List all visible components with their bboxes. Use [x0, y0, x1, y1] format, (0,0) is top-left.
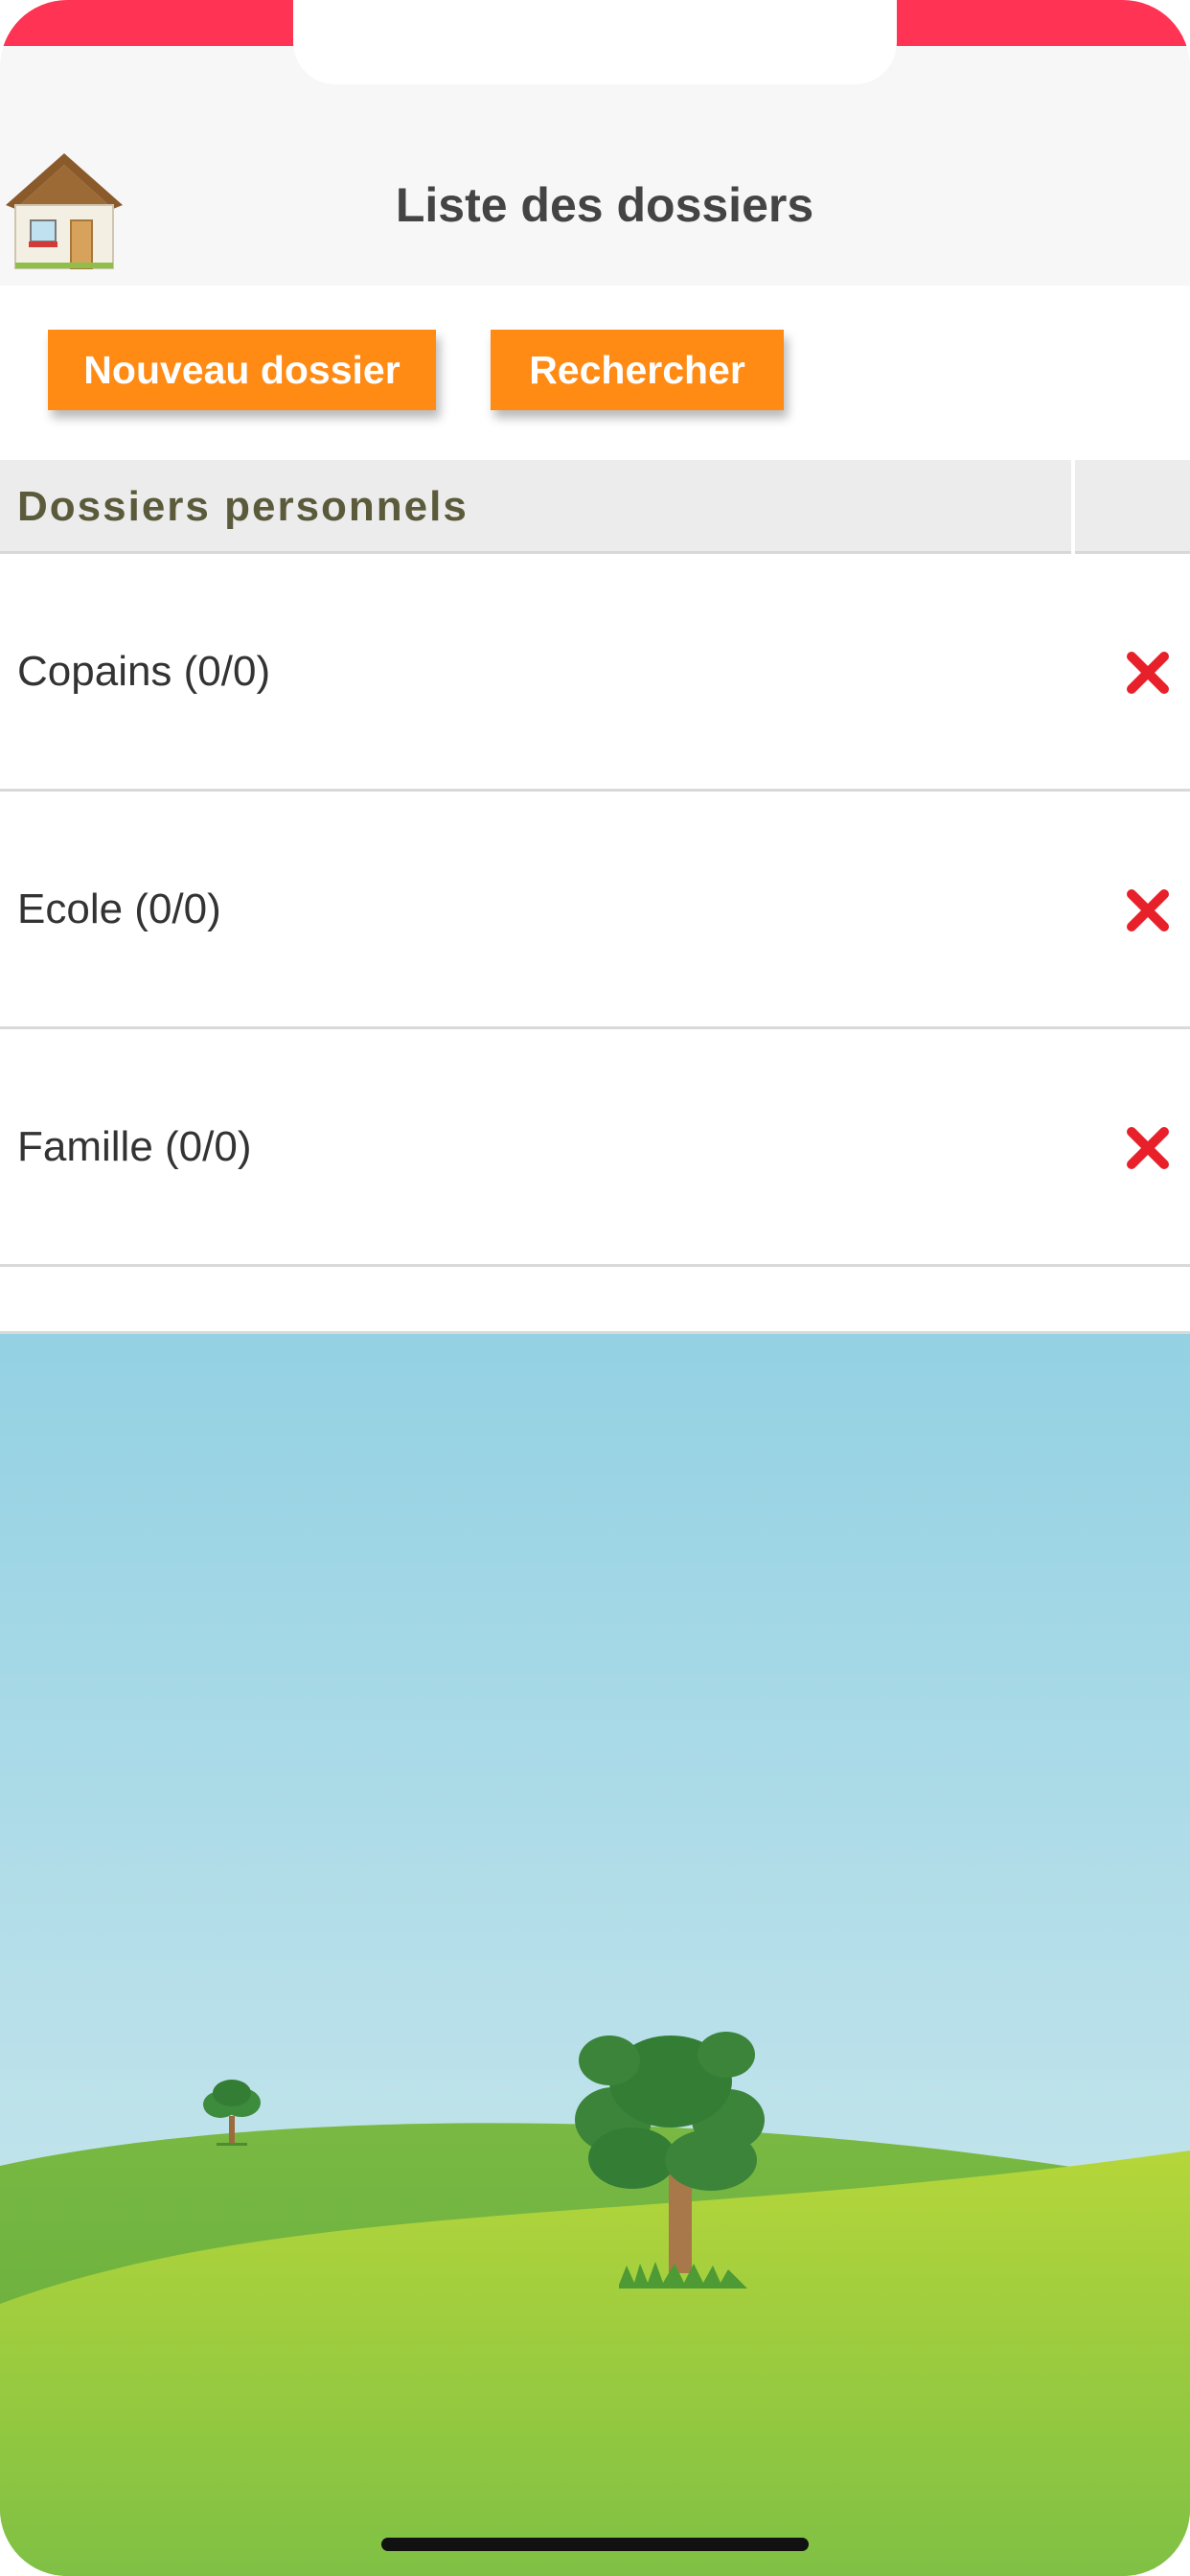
device-notch: [293, 0, 897, 84]
folder-row-ecole[interactable]: Ecole (0/0): [0, 792, 1190, 1029]
landscape-illustration: [0, 1334, 1190, 2576]
delete-folder-button[interactable]: [1123, 1123, 1173, 1173]
folder-row-copains[interactable]: Copains (0/0): [0, 554, 1190, 792]
app-screen: Liste des dossiers Nouveau dossier Reche…: [0, 0, 1190, 2576]
close-icon: [1127, 652, 1169, 694]
delete-folder-button[interactable]: [1123, 886, 1173, 935]
folder-label: Copains (0/0): [17, 648, 271, 695]
search-button[interactable]: Rechercher: [491, 330, 784, 410]
home-indicator[interactable]: [381, 2538, 809, 2551]
new-folder-button[interactable]: Nouveau dossier: [48, 330, 436, 410]
status-accent-left: [0, 0, 307, 46]
close-icon: [1127, 1127, 1169, 1169]
status-bar: [0, 0, 1190, 96]
section-title: Dossiers personnels: [17, 483, 469, 530]
status-accent-right: [883, 0, 1190, 46]
folder-row-famille[interactable]: Famille (0/0): [0, 1029, 1190, 1267]
section-header: Dossiers personnels: [0, 460, 1190, 554]
section-divider: [1071, 460, 1075, 554]
page-title: Liste des dossiers: [395, 178, 814, 232]
close-icon: [1127, 889, 1169, 932]
header-bar: Liste des dossiers: [0, 96, 1190, 286]
folder-label: Famille (0/0): [17, 1123, 252, 1170]
folder-label: Ecole (0/0): [17, 886, 221, 932]
delete-folder-button[interactable]: [1123, 648, 1173, 698]
landscape-background: [0, 1334, 1190, 2576]
list-footer: [0, 1267, 1190, 1334]
